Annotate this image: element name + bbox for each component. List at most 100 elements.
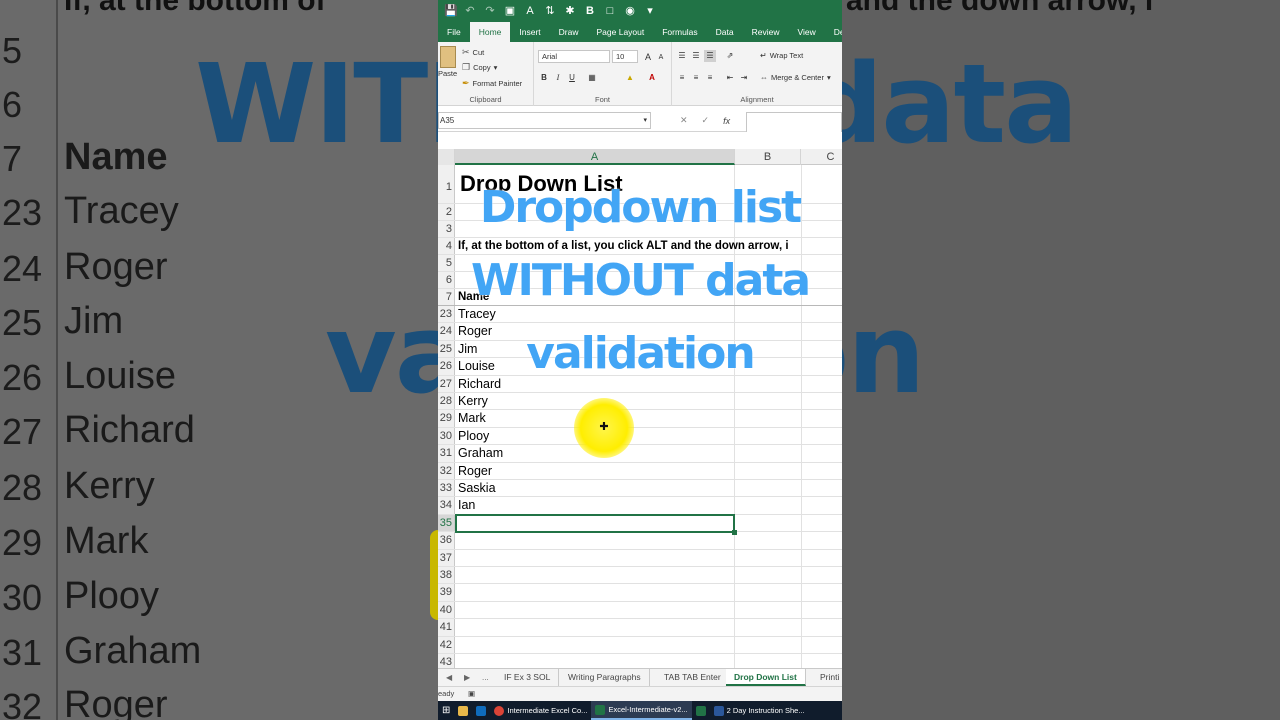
row-header[interactable]: 29 xyxy=(438,410,455,427)
cell-a34[interactable]: Ian xyxy=(458,497,475,514)
row-header[interactable]: 2 xyxy=(438,204,455,220)
column-header-b[interactable]: B xyxy=(735,149,801,165)
align-bottom-icon[interactable]: ☰ xyxy=(704,50,716,62)
taskbar-outlook[interactable] xyxy=(472,701,490,720)
copy-button[interactable]: ❐ Copy ▾ xyxy=(462,62,497,73)
decrease-indent-icon[interactable]: ⇤ xyxy=(724,72,736,84)
tab-data[interactable]: Data xyxy=(707,22,743,42)
increase-indent-icon[interactable]: ⇥ xyxy=(738,72,750,84)
taskbar-excel-2[interactable] xyxy=(692,701,710,720)
scroll-right-icon[interactable]: ▶ xyxy=(464,669,470,686)
row-header[interactable]: 26 xyxy=(438,358,455,375)
taskbar-chrome[interactable]: Intermediate Excel Co... xyxy=(490,701,591,720)
increase-font-button[interactable]: A xyxy=(642,51,654,63)
cell-a25[interactable]: Jim xyxy=(458,341,477,358)
sheet-tab-writing-paragraphs[interactable]: Writing Paragraphs xyxy=(560,669,650,686)
cell-a7[interactable]: Name xyxy=(458,289,489,306)
row-header[interactable]: 34 xyxy=(438,497,455,514)
row-header[interactable]: 27 xyxy=(438,375,455,392)
tab-draw[interactable]: Draw xyxy=(550,22,588,42)
borders-icon[interactable]: ▦ xyxy=(586,72,598,84)
align-right-icon[interactable]: ≡ xyxy=(704,72,716,84)
screenshot-icon[interactable]: □ xyxy=(604,5,616,17)
row-header[interactable]: 5 xyxy=(438,255,455,271)
undo-icon[interactable]: ↶ xyxy=(464,5,476,17)
tools-icon[interactable]: ✱ xyxy=(564,5,576,17)
sheet-tab-if-ex-3-sol[interactable]: IF Ex 3 SOL xyxy=(496,669,560,686)
taskbar-word[interactable]: 2 Day Instruction She... xyxy=(710,701,809,720)
fill-color-icon[interactable]: ▲ xyxy=(624,72,636,84)
cell-a30[interactable]: Plooy xyxy=(458,428,489,445)
format-painter-button[interactable]: ✒ Format Painter xyxy=(462,78,522,89)
sheet-tab-drop-down-list[interactable]: Drop Down List xyxy=(726,669,806,686)
font-size-dropdown[interactable]: 10 xyxy=(612,50,638,63)
align-middle-icon[interactable]: ☰ xyxy=(690,50,702,62)
column-header-a[interactable]: A xyxy=(455,149,735,165)
row-header[interactable]: 37 xyxy=(438,549,455,566)
bold-button[interactable]: B xyxy=(538,72,550,84)
scroll-left-icon[interactable]: ◀ xyxy=(446,669,452,686)
macro-record-icon[interactable]: ▣ xyxy=(468,687,475,701)
cell-a1[interactable]: Drop Down List xyxy=(460,165,623,203)
customize-qat-icon[interactable]: ▾ xyxy=(644,5,656,17)
cell-a23[interactable]: Tracey xyxy=(458,306,496,323)
row-header[interactable]: 1 xyxy=(438,165,455,203)
row-header[interactable]: 43 xyxy=(438,654,455,668)
row-header[interactable]: 42 xyxy=(438,636,455,653)
cell-a27[interactable]: Richard xyxy=(458,376,501,393)
cell-a28[interactable]: Kerry xyxy=(458,393,488,410)
save-icon[interactable]: 💾 xyxy=(444,5,458,17)
worksheet-grid[interactable]: 1 Drop Down List 2 3 4 If, at the bottom of a… xyxy=(438,165,842,668)
font-name-dropdown[interactable]: Arial xyxy=(538,50,610,63)
tab-view[interactable]: View xyxy=(789,22,825,42)
row-header[interactable]: 39 xyxy=(438,584,455,601)
row-header[interactable]: 24 xyxy=(438,323,455,340)
tab-review[interactable]: Review xyxy=(743,22,789,42)
tab-deve[interactable]: Deve xyxy=(825,22,842,42)
sort-icon[interactable]: ⇅ xyxy=(544,5,556,17)
taskbar-file-explorer[interactable] xyxy=(454,701,472,720)
name-box[interactable]: A35 ▾ xyxy=(438,112,651,129)
underline-button[interactable]: U xyxy=(566,72,578,84)
paste-button[interactable]: Paste xyxy=(438,46,457,78)
row-header[interactable]: 41 xyxy=(438,619,455,636)
chevron-down-icon[interactable]: ▾ xyxy=(643,113,647,128)
merge-center-button[interactable]: ⇔ Merge & Center ▾ xyxy=(760,73,831,82)
row-header[interactable]: 32 xyxy=(438,462,455,479)
cell-a33[interactable]: Saskia xyxy=(458,480,496,497)
tab-insert[interactable]: Insert xyxy=(510,22,549,42)
decrease-font-button[interactable]: A xyxy=(655,52,667,64)
taskbar-excel[interactable]: Excel-Intermediate-v2... xyxy=(591,701,692,720)
tab-page-layout[interactable]: Page Layout xyxy=(588,22,654,42)
row-header[interactable]: 35 xyxy=(438,514,455,532)
row-header[interactable]: 28 xyxy=(438,393,455,410)
tab-formulas[interactable]: Formulas xyxy=(653,22,706,42)
bold-qat-button[interactable]: B xyxy=(584,5,596,17)
shapes-icon[interactable]: ◉ xyxy=(624,5,636,17)
tab-file[interactable]: File xyxy=(438,22,470,42)
cell-a24[interactable]: Roger xyxy=(458,323,492,340)
cancel-icon[interactable]: ✕ xyxy=(680,115,688,126)
font-color-icon[interactable]: A xyxy=(524,5,536,17)
row-header[interactable]: 25 xyxy=(438,340,455,358)
start-button[interactable]: ⊞ xyxy=(438,701,454,720)
cell-a26[interactable]: Louise xyxy=(458,358,495,375)
row-header[interactable]: 38 xyxy=(438,567,455,584)
cell-a32[interactable]: Roger xyxy=(458,463,492,480)
tab-home[interactable]: Home xyxy=(469,22,511,42)
row-header[interactable]: 33 xyxy=(438,480,455,497)
row-header[interactable]: 30 xyxy=(438,427,455,445)
row-header[interactable]: 3 xyxy=(438,221,455,237)
row-header[interactable]: 23 xyxy=(438,306,455,323)
wrap-text-button[interactable]: ↵ Wrap Text xyxy=(760,51,803,60)
align-left-icon[interactable]: ≡ xyxy=(676,72,688,84)
align-top-icon[interactable]: ☰ xyxy=(676,50,688,62)
font-color-icon[interactable]: A xyxy=(646,72,658,84)
align-center-icon[interactable]: ≡ xyxy=(690,72,702,84)
row-header[interactable]: 40 xyxy=(438,601,455,619)
row-header[interactable]: 31 xyxy=(438,445,455,462)
cell-a4[interactable]: If, at the bottom of a list, you click A… xyxy=(458,238,789,255)
row-header[interactable]: 6 xyxy=(438,272,455,288)
sheet-tab-tab-tab-enter[interactable]: TAB TAB Enter xyxy=(656,669,730,686)
redo-icon[interactable]: ↷ xyxy=(484,5,496,17)
